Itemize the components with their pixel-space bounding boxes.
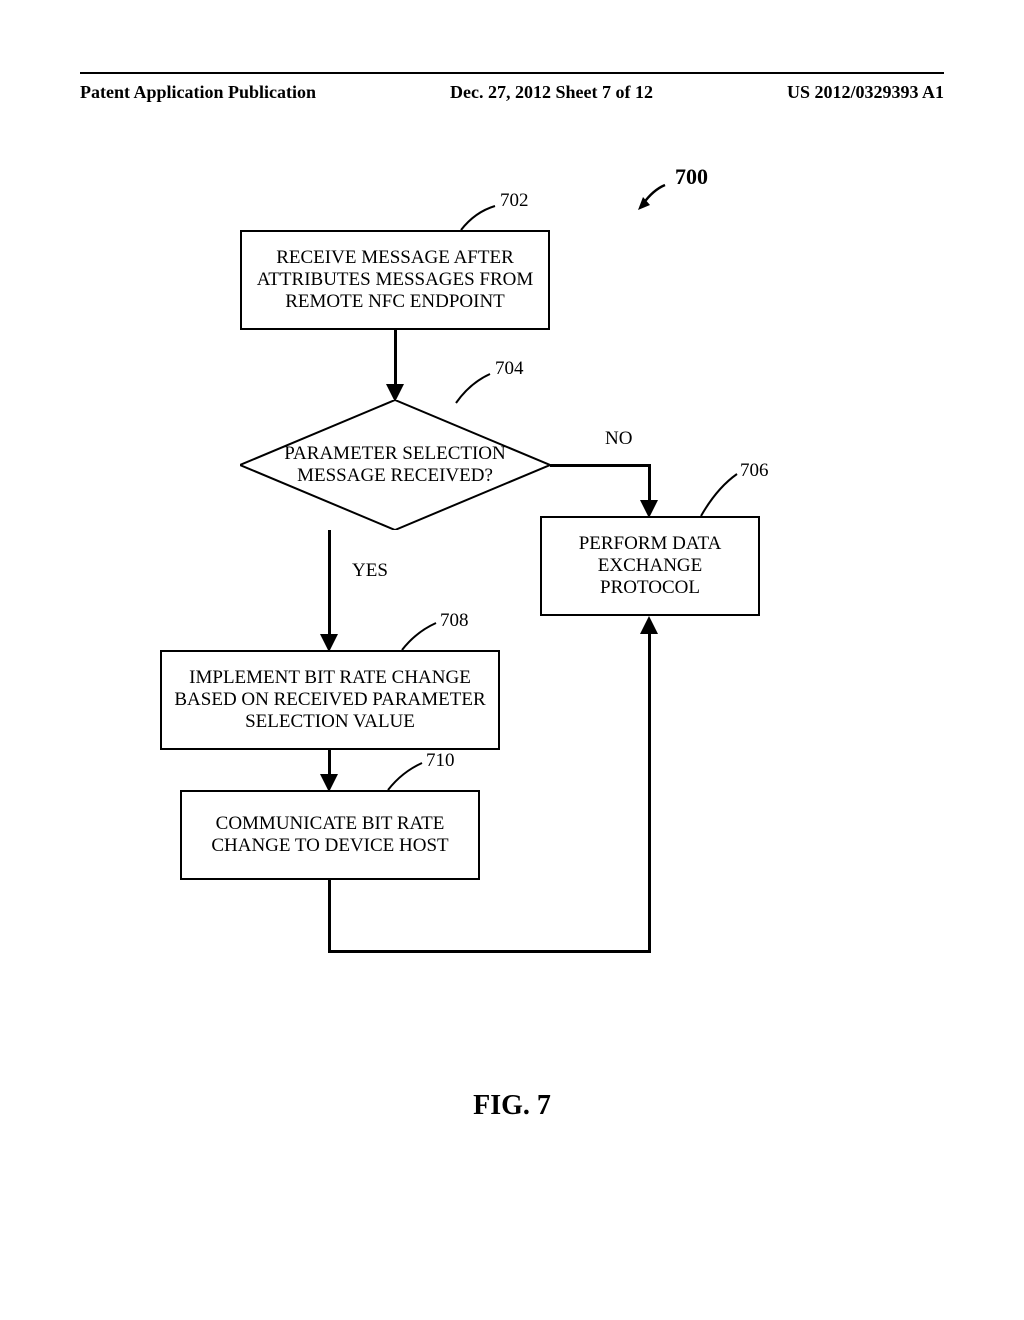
ref-label-706: 706 bbox=[740, 460, 769, 482]
leader-702 bbox=[455, 200, 505, 235]
ref-arrow-700 bbox=[635, 180, 675, 210]
diamond-704-text: PARAMETER SELECTION MESSAGE RECEIVED? bbox=[256, 443, 535, 487]
header-center: Dec. 27, 2012 Sheet 7 of 12 bbox=[450, 82, 653, 103]
ref-label-710: 710 bbox=[426, 750, 455, 772]
arrow-710-down bbox=[328, 880, 331, 952]
page-header: Patent Application Publication Dec. 27, … bbox=[80, 82, 944, 103]
leader-708 bbox=[396, 618, 446, 653]
header-right: US 2012/0329393 A1 bbox=[787, 82, 944, 103]
arrowhead-710-to-706 bbox=[640, 616, 658, 634]
arrow-no-vertical bbox=[648, 464, 651, 504]
process-box-702: RECEIVE MESSAGE AFTER ATTRIBUTES MESSAGE… bbox=[240, 230, 550, 330]
process-box-706: PERFORM DATA EXCHANGE PROTOCOL bbox=[540, 516, 760, 616]
header-left: Patent Application Publication bbox=[80, 82, 316, 103]
figure-label: FIG. 7 bbox=[0, 1090, 1024, 1122]
leader-706 bbox=[695, 468, 745, 518]
box-702-text: RECEIVE MESSAGE AFTER ATTRIBUTES MESSAGE… bbox=[250, 247, 540, 313]
ref-label-700: 700 bbox=[675, 164, 708, 190]
arrow-710-up bbox=[648, 630, 651, 953]
no-label: NO bbox=[605, 428, 632, 450]
box-710-text: COMMUNICATE BIT RATE CHANGE TO DEVICE HO… bbox=[190, 813, 470, 857]
page-top-rule bbox=[80, 72, 944, 74]
arrow-702-to-704 bbox=[394, 330, 397, 388]
decision-diamond-704: PARAMETER SELECTION MESSAGE RECEIVED? bbox=[240, 400, 550, 530]
leader-710 bbox=[382, 758, 432, 793]
box-706-text: PERFORM DATA EXCHANGE PROTOCOL bbox=[550, 533, 750, 599]
box-708-text: IMPLEMENT BIT RATE CHANGE BASED ON RECEI… bbox=[170, 667, 490, 733]
arrow-yes-vertical bbox=[328, 530, 331, 638]
ref-label-702: 702 bbox=[500, 190, 529, 212]
yes-label: YES bbox=[352, 560, 388, 582]
ref-label-708: 708 bbox=[440, 610, 469, 632]
arrow-710-right bbox=[328, 950, 650, 953]
ref-label-704: 704 bbox=[495, 358, 524, 380]
flowchart-diagram: 700 RECEIVE MESSAGE AFTER ATTRIBUTES MES… bbox=[80, 170, 944, 1050]
process-box-708: IMPLEMENT BIT RATE CHANGE BASED ON RECEI… bbox=[160, 650, 500, 750]
arrow-no-horizontal bbox=[550, 464, 650, 467]
process-box-710: COMMUNICATE BIT RATE CHANGE TO DEVICE HO… bbox=[180, 790, 480, 880]
leader-704 bbox=[450, 368, 500, 408]
